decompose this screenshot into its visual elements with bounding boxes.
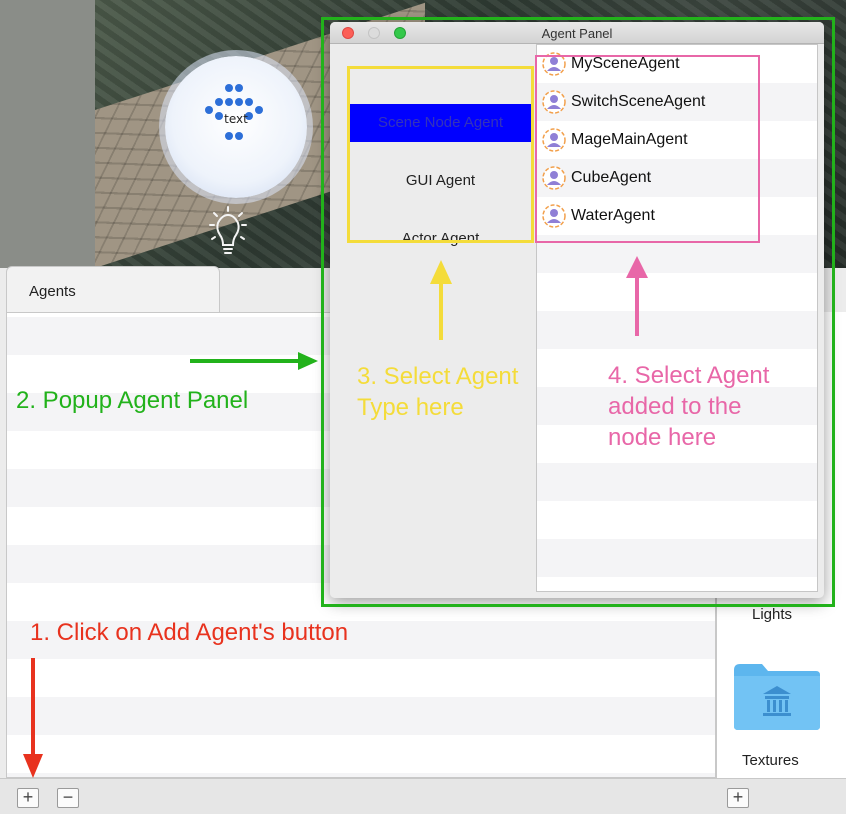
step-4-note-line-3: node here [608,424,717,451]
step-1-note: 1. Click on Add Agent's button [30,619,349,646]
step-4-note-line-2: added to the [608,393,742,420]
step-4-note-line-1: 4. Select Agent [608,362,770,389]
step-3-note-line-2: Type here [357,394,464,421]
step-2-note: 2. Popup Agent Panel [16,387,249,414]
step-3-note-line-1: 3. Select Agent [357,363,519,390]
